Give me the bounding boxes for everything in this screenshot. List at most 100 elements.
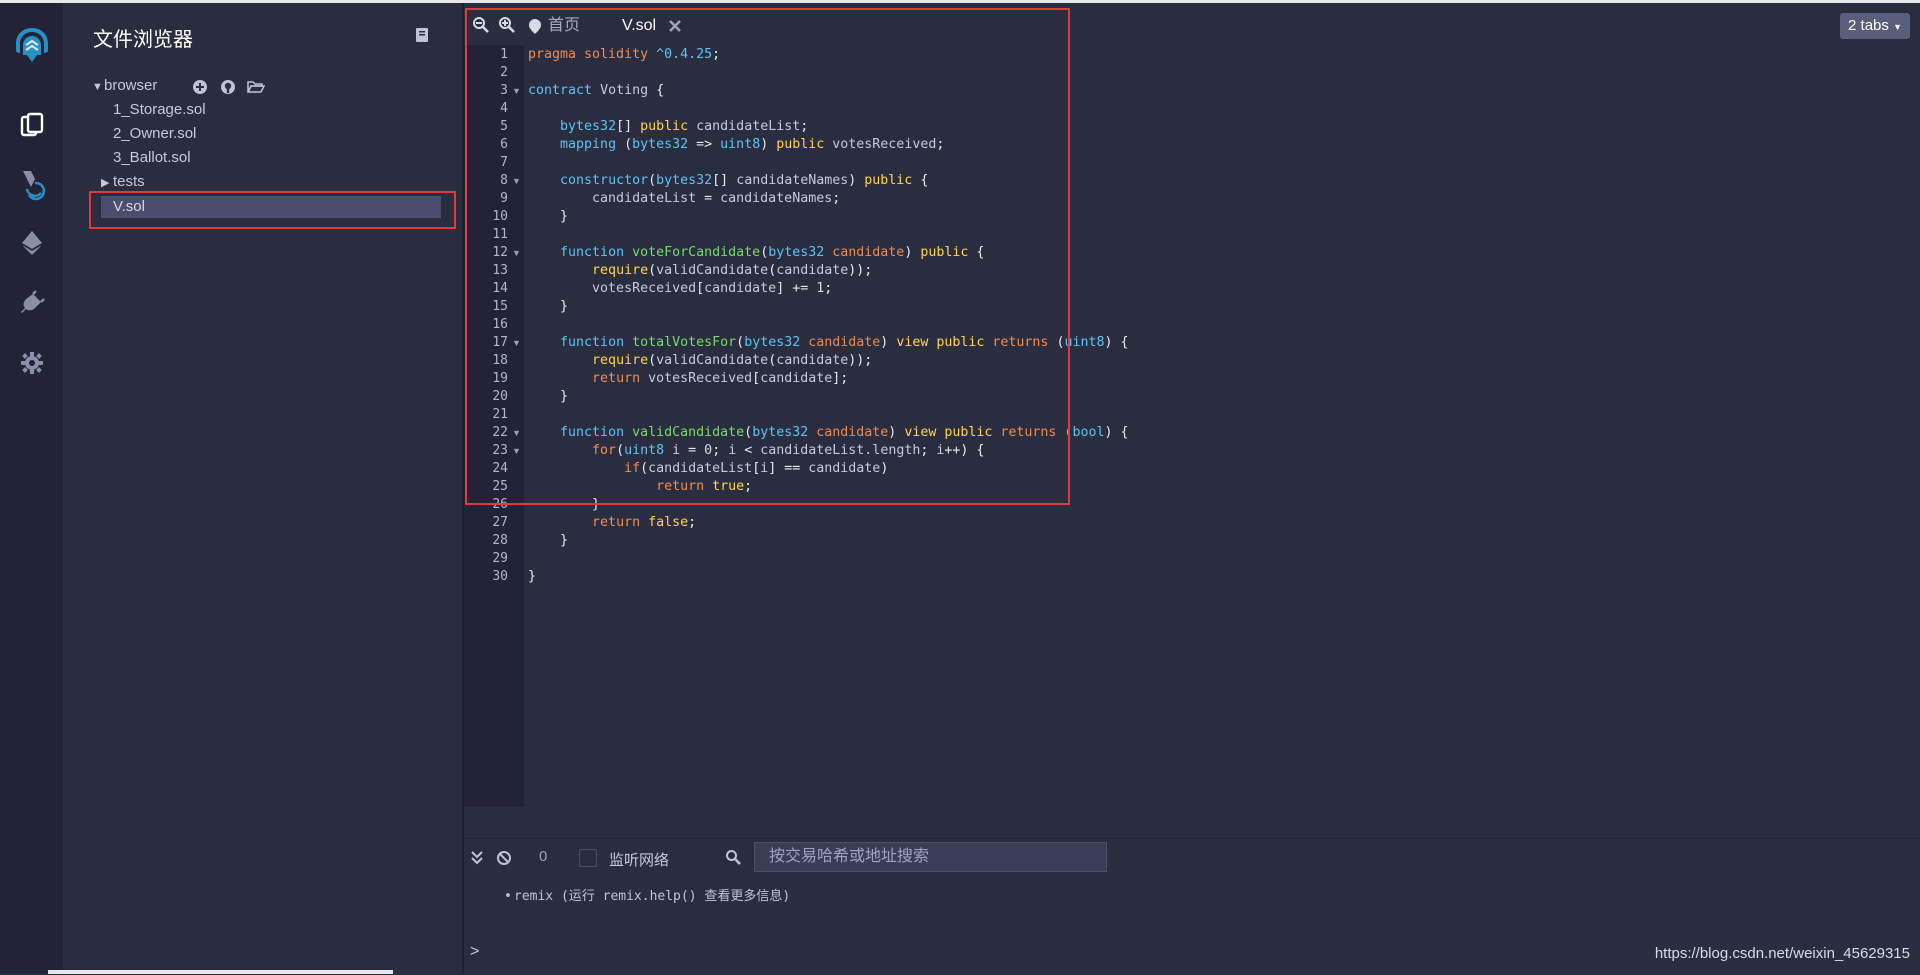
line-number: 26 xyxy=(492,497,508,512)
fold-arrow-icon[interactable]: ▼ xyxy=(512,82,522,100)
line-number: 19 xyxy=(492,371,508,386)
line-number: 3 xyxy=(500,83,508,98)
tab-home-label: 首页 xyxy=(548,17,581,34)
terminal-log-line: • remix (运行 remix.help() 查看更多信息) xyxy=(504,885,790,904)
remix-logo-icon[interactable] xyxy=(7,21,57,71)
deploy-run-icon[interactable] xyxy=(14,225,50,261)
code-line: contract Voting { xyxy=(528,83,665,98)
tab-label: V.sol xyxy=(622,17,657,34)
code-line: function validCandidate(bytes32 candidat… xyxy=(560,425,1129,440)
fold-arrow-icon[interactable]: ▼ xyxy=(512,172,522,190)
code-line: } xyxy=(560,389,569,404)
line-number-gutter: 1 2 3 ▼ 4 5 6 7 8 ▼ 9 10 11 12 ▼ 13 14 15 16 17 ▼ 18 19 20 21 22 ▼… xyxy=(464,45,524,807)
github-icon[interactable] xyxy=(219,78,237,96)
solidity-compiler-icon[interactable] xyxy=(14,166,50,202)
file-item[interactable]: 1_Storage.sol xyxy=(113,99,206,121)
code-line: constructor(bytes32[] candidateNames) pu… xyxy=(560,173,929,188)
file-item[interactable]: 2_Owner.sol xyxy=(113,123,196,145)
open-folder-icon[interactable] xyxy=(247,78,265,96)
line-number: 5 xyxy=(500,119,508,134)
line-number: 23 xyxy=(492,443,508,458)
caret-down-icon: ▼ xyxy=(1893,22,1902,32)
search-icon xyxy=(725,849,741,865)
fold-arrow-icon[interactable]: ▼ xyxy=(512,424,522,442)
line-number: 21 xyxy=(492,407,508,422)
line-number: 13 xyxy=(492,263,508,278)
close-icon[interactable] xyxy=(668,19,682,33)
line-number: 25 xyxy=(492,479,508,494)
terminal-toolbar: 0 监听网络 xyxy=(464,839,1920,877)
clear-console-icon[interactable] xyxy=(496,850,512,866)
listen-network-checkbox[interactable] xyxy=(579,849,597,867)
zoom-in-icon[interactable] xyxy=(498,16,516,34)
tabs-count-label: 2 tabs xyxy=(1848,17,1889,34)
line-number: 28 xyxy=(492,533,508,548)
code-line: require(validCandidate(candidate)); xyxy=(592,263,873,278)
scrollbar-strip xyxy=(48,970,393,974)
editor-panel: 首页 V.sol 2 tabs ▼ 1 2 3 ▼ 4 5 6 7 8 ▼ 9 10 11 12 ▼ 13 14… xyxy=(464,3,1920,838)
line-number: 10 xyxy=(492,209,508,224)
panel-title: 文件浏览器 xyxy=(93,29,193,51)
line-number: 9 xyxy=(500,191,508,206)
folder-tests[interactable]: ▶ tests xyxy=(101,172,145,192)
zoom-out-icon[interactable] xyxy=(472,16,490,34)
icon-panel xyxy=(0,3,64,974)
selected-file-item[interactable]: V.sol xyxy=(101,196,441,218)
caret-down-icon: ▼ xyxy=(92,81,103,93)
code-line: function totalVotesFor(bytes32 candidate… xyxy=(560,335,1129,350)
code-line: } xyxy=(592,497,601,512)
code-line: candidateList = candidateNames; xyxy=(528,191,841,206)
code-line: pragma solidity ^0.4.25; xyxy=(528,47,721,62)
transaction-search-input[interactable] xyxy=(754,842,1107,872)
code-line: } xyxy=(560,209,569,224)
remix-home-icon xyxy=(529,19,541,34)
code-line: votesReceived[candidate] += 1; xyxy=(528,281,833,296)
line-number: 17 xyxy=(492,335,508,350)
code-line: return false; xyxy=(592,515,697,530)
workspace-actions xyxy=(191,78,265,96)
collapse-terminal-icon[interactable] xyxy=(470,850,486,866)
workspace-label: browser xyxy=(104,77,158,94)
line-number: 4 xyxy=(500,101,508,116)
file-explorer-icon[interactable] xyxy=(14,107,50,143)
fold-arrow-icon[interactable]: ▼ xyxy=(512,244,522,262)
folder-label: tests xyxy=(113,173,145,190)
line-number: 18 xyxy=(492,353,508,368)
line-number: 11 xyxy=(492,227,508,242)
book-icon[interactable] xyxy=(414,27,430,43)
plugin-manager-icon[interactable] xyxy=(14,285,50,321)
fold-arrow-icon[interactable]: ▼ xyxy=(512,334,522,352)
code-line: } xyxy=(560,299,569,314)
terminal-prompt[interactable]: > xyxy=(470,943,479,961)
line-number: 20 xyxy=(492,389,508,404)
code-line: if(candidateList[i] == candidate) xyxy=(624,461,889,476)
code-line: return votesReceived[candidate]; xyxy=(592,371,849,386)
code-line: bytes32[] public candidateList; xyxy=(560,119,809,134)
line-number: 27 xyxy=(492,515,508,530)
terminal-panel: 0 监听网络 •remix (运行 remix.help() 查看更多信息) >… xyxy=(464,838,1920,975)
fold-arrow-icon[interactable]: ▼ xyxy=(512,442,522,460)
workspace-browser[interactable]: ▼browser xyxy=(92,76,157,96)
line-number: 8 xyxy=(500,173,508,188)
code-line: mapping (bytes32 => uint8) public votesR… xyxy=(560,137,945,152)
line-number: 15 xyxy=(492,299,508,314)
line-number: 12 xyxy=(492,245,508,260)
settings-icon[interactable] xyxy=(14,345,50,381)
line-number: 16 xyxy=(492,317,508,332)
line-number: 2 xyxy=(500,65,508,80)
code-line: } xyxy=(560,533,569,548)
line-number: 30 xyxy=(492,569,508,584)
tabs-count-button[interactable]: 2 tabs ▼ xyxy=(1840,13,1910,39)
code-line: return true; xyxy=(656,479,753,494)
tab-home[interactable]: 首页 xyxy=(526,16,580,36)
line-number: 6 xyxy=(500,137,508,152)
line-number: 1 xyxy=(500,47,508,62)
file-explorer-panel: 文件浏览器 ▼browser 1_Storage.sol 2_Owner.sol… xyxy=(63,3,464,974)
line-number: 7 xyxy=(500,155,508,170)
file-item[interactable]: 3_Ballot.sol xyxy=(113,147,191,169)
code-line: function voteForCandidate(bytes32 candid… xyxy=(560,245,985,260)
code-editor[interactable]: pragma solidity ^0.4.25; contract Voting … xyxy=(524,45,1920,807)
code-line: } xyxy=(528,569,537,584)
add-file-icon[interactable] xyxy=(191,78,209,96)
line-number: 24 xyxy=(492,461,508,476)
